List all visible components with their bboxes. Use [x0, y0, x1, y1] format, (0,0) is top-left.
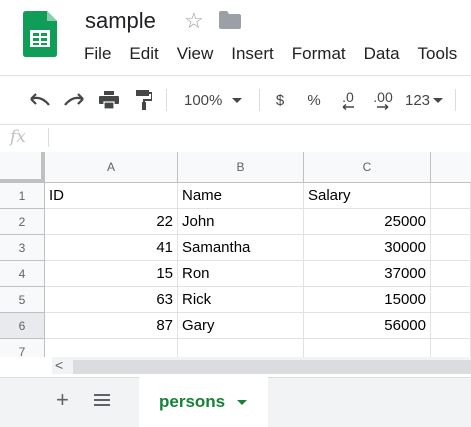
currency-format-button[interactable]: $: [272, 88, 288, 112]
cell-d6[interactable]: [431, 313, 471, 339]
add-sheet-button[interactable]: +: [56, 388, 69, 412]
undo-button[interactable]: [28, 88, 52, 112]
cell-a5[interactable]: 63: [45, 287, 178, 313]
redo-icon: [64, 93, 84, 106]
cell-c6[interactable]: 56000: [304, 313, 431, 339]
cell-a6[interactable]: 87: [45, 313, 178, 339]
cell-b3[interactable]: Samantha: [178, 235, 304, 261]
cell-b7[interactable]: [178, 339, 304, 357]
print-button[interactable]: [97, 88, 121, 112]
zoom-value: 100%: [184, 91, 223, 109]
menu-tools[interactable]: Tools: [418, 44, 458, 66]
sheet-tab-label: persons: [159, 392, 226, 411]
currency-format-label: $: [275, 91, 285, 109]
cell-c4[interactable]: 37000: [304, 261, 431, 287]
percent-format-button[interactable]: %: [305, 88, 323, 112]
increase-decimal-button[interactable]: .00: [369, 88, 397, 112]
row-header-4[interactable]: 4: [0, 261, 45, 287]
cell-c5[interactable]: 15000: [304, 287, 431, 313]
cell-c2[interactable]: 25000: [304, 209, 431, 235]
cell-b6[interactable]: Gary: [178, 313, 304, 339]
scroll-left-arrow[interactable]: <: [55, 357, 63, 374]
formula-input[interactable]: [56, 126, 461, 149]
cell-a1[interactable]: ID: [45, 183, 178, 209]
cell-a4[interactable]: 15: [45, 261, 178, 287]
toolbar: 100% $ % .0 .00 123: [0, 76, 471, 124]
document-title[interactable]: sample: [85, 8, 156, 34]
fx-icon: fx: [10, 127, 26, 147]
all-sheets-menu-icon[interactable]: [94, 392, 110, 408]
cell-d3[interactable]: [431, 235, 471, 261]
paint-format-icon: [136, 90, 152, 110]
column-header-a[interactable]: A: [45, 152, 178, 183]
menu-file[interactable]: File: [84, 44, 111, 66]
print-icon: [99, 91, 119, 109]
column-header-d[interactable]: [431, 152, 471, 183]
select-all-corner[interactable]: [0, 152, 45, 183]
cell-c3[interactable]: 30000: [304, 235, 431, 261]
cell-d1[interactable]: [431, 183, 471, 209]
row-header-2[interactable]: 2: [0, 209, 45, 235]
cell-b1[interactable]: Name: [178, 183, 304, 209]
menu-bar: File Edit View Insert Format Data Tools: [84, 44, 471, 66]
cell-a3[interactable]: 41: [45, 235, 178, 261]
arrow-right-icon: [377, 104, 389, 110]
row-header-5[interactable]: 5: [0, 287, 45, 313]
toolbar-separator: [166, 89, 167, 111]
cell-b5[interactable]: Rick: [178, 287, 304, 313]
star-icon[interactable]: ☆: [184, 8, 204, 34]
chevron-down-icon: [433, 97, 444, 103]
cell-d5[interactable]: [431, 287, 471, 313]
column-header-b[interactable]: B: [178, 152, 304, 183]
row-header-3[interactable]: 3: [0, 235, 45, 261]
cell-d4[interactable]: [431, 261, 471, 287]
sheets-logo-icon[interactable]: [23, 11, 57, 57]
row-header-1[interactable]: 1: [0, 183, 45, 209]
more-formats-button[interactable]: 123: [405, 88, 445, 112]
percent-format-label: %: [307, 91, 321, 109]
cell-a2[interactable]: 22: [45, 209, 178, 235]
row-header-6[interactable]: 6: [0, 313, 45, 339]
formula-bar-separator: [48, 128, 49, 147]
redo-button[interactable]: [62, 88, 86, 112]
more-formats-label: 123: [405, 91, 431, 109]
sheet-tab-persons[interactable]: persons: [139, 377, 268, 427]
cell-c7[interactable]: [304, 339, 431, 357]
zoom-select[interactable]: 100%: [184, 88, 250, 112]
menu-view[interactable]: View: [177, 44, 214, 66]
formula-bar-divider: [0, 124, 471, 125]
paint-format-button[interactable]: [133, 88, 155, 112]
menu-edit[interactable]: Edit: [129, 44, 158, 66]
toolbar-separator: [259, 89, 260, 111]
menu-data[interactable]: Data: [364, 44, 400, 66]
spreadsheet-grid: A B C 1 ID Name Salary 2 22 John 25000 3…: [0, 152, 471, 357]
horizontal-scrollbar-thumb[interactable]: [73, 360, 471, 374]
folder-icon[interactable]: [219, 11, 241, 29]
cell-b2[interactable]: John: [178, 209, 304, 235]
cell-b4[interactable]: Ron: [178, 261, 304, 287]
chevron-down-icon[interactable]: [237, 399, 248, 405]
cell-c1[interactable]: Salary: [304, 183, 431, 209]
decrease-decimal-label: .0: [342, 89, 354, 105]
column-header-c[interactable]: C: [304, 152, 431, 183]
menu-format[interactable]: Format: [292, 44, 346, 66]
row-header-7[interactable]: 7: [0, 339, 45, 357]
undo-icon: [30, 93, 50, 106]
arrow-left-icon: [342, 104, 354, 110]
cell-d2[interactable]: [431, 209, 471, 235]
cell-a7[interactable]: [45, 339, 178, 357]
cell-d7[interactable]: [431, 339, 471, 357]
decrease-decimal-button[interactable]: .0: [336, 88, 360, 112]
increase-decimal-label: .00: [373, 89, 393, 105]
toolbar-separator: [455, 89, 456, 111]
menu-insert[interactable]: Insert: [231, 44, 274, 66]
chevron-down-icon: [232, 97, 243, 103]
